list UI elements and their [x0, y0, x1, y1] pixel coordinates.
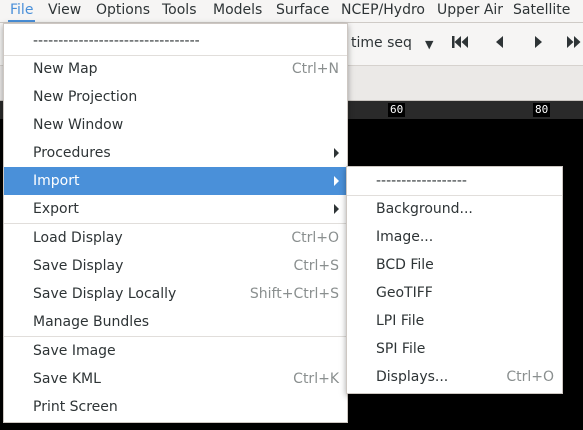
- menu-item-procedures[interactable]: Procedures: [4, 139, 347, 167]
- shortcut-label: Ctrl+O: [506, 369, 554, 385]
- menu-ncep-hydro[interactable]: NCEP/Hydro: [341, 0, 425, 22]
- menu-item-label: Procedures: [33, 145, 111, 161]
- menu-item-new-map[interactable]: New Map Ctrl+N: [4, 55, 347, 83]
- menu-upper-air[interactable]: Upper Air: [437, 0, 503, 22]
- menu-surface[interactable]: Surface: [276, 0, 329, 22]
- menu-item-label: Import: [33, 173, 80, 189]
- menu-item-load-display[interactable]: Load Display Ctrl+O: [4, 224, 347, 252]
- menu-item-new-projection[interactable]: New Projection: [4, 83, 347, 111]
- menu-item-spi-file[interactable]: SPI File: [347, 335, 562, 363]
- menu-item-lpi-file[interactable]: LPI File: [347, 307, 562, 335]
- menu-item-bcd-file[interactable]: BCD File: [347, 251, 562, 279]
- step-back-icon[interactable]: [492, 33, 506, 56]
- menu-item-label: New Projection: [33, 89, 138, 105]
- shortcut-label: Shift+Ctrl+S: [249, 286, 339, 302]
- menu-item-save-display-locally[interactable]: Save Display Locally Shift+Ctrl+S: [4, 280, 347, 308]
- menu-tools[interactable]: Tools: [162, 0, 197, 22]
- menu-item-save-display[interactable]: Save Display Ctrl+S: [4, 252, 347, 280]
- menu-view[interactable]: View: [48, 0, 81, 22]
- menu-item-label: Displays...: [376, 369, 449, 385]
- menu-item-label: Print Screen: [33, 399, 118, 415]
- menu-options[interactable]: Options: [96, 0, 150, 22]
- menu-file[interactable]: File: [7, 0, 36, 22]
- submenu-arrow-icon: [334, 176, 339, 186]
- menu-item-label: GeoTIFF: [376, 285, 433, 301]
- menu-item-print-screen[interactable]: Print Screen: [4, 393, 347, 421]
- menu-satellite[interactable]: Satellite: [513, 0, 570, 22]
- menu-item-label: New Map: [33, 61, 98, 77]
- menu-item-label: Save Display Locally: [33, 286, 177, 302]
- menu-item-label: New Window: [33, 117, 124, 133]
- ruler-tick-label: 60: [388, 103, 406, 117]
- menu-item-import[interactable]: Import: [4, 167, 347, 195]
- ruler-tick-label: 80: [533, 103, 551, 117]
- menu-models[interactable]: Models: [213, 0, 262, 22]
- menu-item-label: Save Image: [33, 343, 116, 359]
- menu-item-label: SPI File: [376, 341, 426, 357]
- submenu-arrow-icon: [334, 148, 339, 158]
- menu-item-export[interactable]: Export: [4, 195, 347, 223]
- shortcut-label: Ctrl+N: [291, 61, 339, 77]
- menu-item-label: Load Display: [33, 230, 123, 246]
- menu-item-background[interactable]: Background...: [347, 195, 562, 223]
- file-menu-tearoff[interactable]: ---------------------------------: [4, 27, 347, 55]
- chevron-down-icon[interactable]: ▼: [425, 35, 433, 55]
- step-forward-icon[interactable]: [532, 33, 546, 56]
- menu-item-image[interactable]: Image...: [347, 223, 562, 251]
- menu-item-label: Export: [33, 201, 79, 217]
- application-window: File View Options Tools Models Surface N…: [0, 0, 583, 430]
- menu-item-new-window[interactable]: New Window: [4, 111, 347, 139]
- shortcut-label: Ctrl+O: [291, 230, 339, 246]
- menu-item-label: Manage Bundles: [33, 314, 150, 330]
- frame-mode-select[interactable]: time seq: [351, 35, 412, 51]
- menu-item-save-kml[interactable]: Save KML Ctrl+K: [4, 365, 347, 393]
- menu-item-label: Image...: [376, 229, 434, 245]
- import-menu-tearoff[interactable]: ------------------: [347, 167, 562, 195]
- shortcut-label: Ctrl+S: [293, 258, 339, 274]
- menu-item-displays[interactable]: Displays... Ctrl+O: [347, 363, 562, 391]
- shortcut-label: Ctrl+K: [293, 371, 339, 387]
- menu-item-label: BCD File: [376, 257, 434, 273]
- menu-item-geotiff[interactable]: GeoTIFF: [347, 279, 562, 307]
- menu-item-save-image[interactable]: Save Image: [4, 337, 347, 365]
- menubar: File View Options Tools Models Surface N…: [0, 0, 583, 23]
- menu-item-label: Background...: [376, 201, 473, 217]
- import-submenu: ------------------ Background... Image..…: [346, 166, 563, 394]
- skip-to-last-icon[interactable]: [566, 33, 583, 56]
- menu-item-label: LPI File: [376, 313, 425, 329]
- tearoff-line: ---------------------------------: [33, 33, 200, 49]
- file-menu: --------------------------------- New Ma…: [3, 23, 348, 423]
- menu-item-label: Save KML: [33, 371, 101, 387]
- menu-item-label: Save Display: [33, 258, 124, 274]
- submenu-arrow-icon: [334, 204, 339, 214]
- menu-item-manage-bundles[interactable]: Manage Bundles: [4, 308, 347, 336]
- skip-to-first-icon[interactable]: [450, 33, 470, 56]
- tearoff-line: ------------------: [376, 173, 467, 189]
